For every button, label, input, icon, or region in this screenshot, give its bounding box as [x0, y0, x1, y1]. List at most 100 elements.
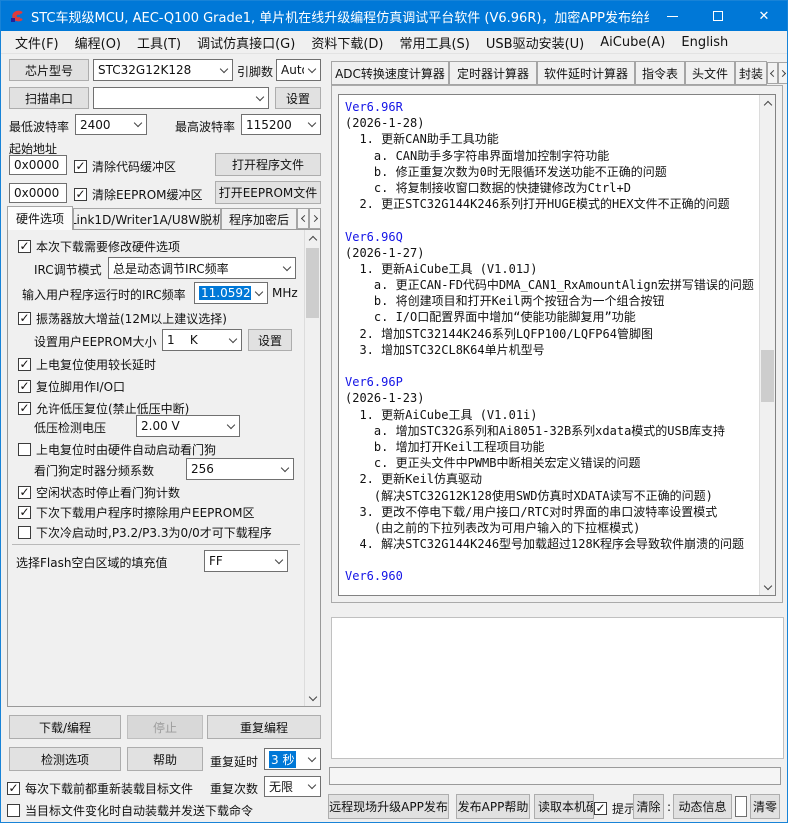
left-tab-2[interactable]: 程序加密后: [221, 208, 297, 230]
left-tab-0[interactable]: 硬件选项: [7, 206, 73, 230]
lvd-combo[interactable]: 2.00 V: [136, 415, 240, 437]
left-tab-1[interactable]: Link1D/Writer1A/U8W脱机: [73, 208, 221, 230]
chevron-down-icon[interactable]: [304, 115, 320, 134]
download-button[interactable]: 下载/编程: [9, 715, 121, 739]
scroll-down-icon[interactable]: [305, 690, 320, 706]
menu-item-3[interactable]: 调试仿真接口(G): [189, 30, 303, 55]
reload-checkbox[interactable]: [7, 782, 20, 795]
scrollbar-thumb[interactable]: [761, 350, 774, 402]
min-baud-combo[interactable]: 2400: [75, 114, 147, 135]
chevron-down-icon[interactable]: [130, 115, 146, 134]
wdt-auto-checkbox-row[interactable]: 上电复位时由硬件自动启动看门狗: [18, 441, 216, 458]
chevron-down-icon[interactable]: [304, 777, 320, 796]
right-tab-5[interactable]: 封装: [735, 61, 767, 85]
pin-count-combo[interactable]: Auto: [276, 59, 321, 81]
app-help-button[interactable]: 发布APP帮助: [456, 794, 530, 819]
right-tab-4[interactable]: 头文件: [685, 61, 735, 85]
chevron-down-icon[interactable]: [277, 459, 293, 479]
open-eeprom-file-button[interactable]: 打开EEPROM文件: [215, 181, 321, 204]
tab-scroll-right-button[interactable]: [309, 208, 321, 229]
irc-mode-combo[interactable]: 总是动态调节IRC频率: [108, 257, 296, 279]
chevron-down-icon[interactable]: [271, 551, 287, 571]
code-address-input[interactable]: 0x0000: [9, 155, 67, 175]
right-tab-2[interactable]: 软件延时计算器: [537, 61, 635, 85]
remote-app-publish-button[interactable]: 远程现场升级APP发布: [328, 794, 449, 819]
release-notes-area[interactable]: Ver6.96R (2026-1-28) 1. 更新CAN助手工具功能 a. CA…: [338, 94, 776, 596]
reset-io-checkbox[interactable]: [18, 380, 31, 393]
tip-checkbox-row[interactable]: 提示: [594, 800, 636, 817]
max-baud-combo[interactable]: 115200: [241, 114, 321, 135]
menu-item-7[interactable]: AiCube(A): [592, 32, 673, 53]
osc-gain-checkbox-row[interactable]: 振荡器放大增益(12M以上建议选择): [18, 310, 227, 327]
release-notes-scrollbar[interactable]: [759, 95, 775, 595]
wdt-idle-checkbox[interactable]: [18, 486, 31, 499]
serial-port-combo[interactable]: [93, 87, 269, 109]
clear-code-checkbox-row[interactable]: 清除代码缓冲区: [74, 158, 176, 175]
right-tab-scroll-left-button[interactable]: [767, 62, 778, 84]
clear-code-checkbox[interactable]: [74, 160, 87, 173]
scan-port-button[interactable]: 扫描串口: [9, 87, 89, 109]
port-settings-button[interactable]: 设置: [275, 87, 321, 109]
clear-button[interactable]: 清除: [633, 794, 664, 819]
scroll-up-icon[interactable]: [760, 95, 775, 111]
eeprom-size-combo[interactable]: 1 K: [162, 329, 242, 351]
menu-item-1[interactable]: 编程(O): [67, 30, 129, 55]
clear-eeprom-checkbox[interactable]: [74, 188, 87, 201]
irc-freq-combo[interactable]: 11.0592: [194, 282, 268, 304]
right-tab-scroll-right-button[interactable]: [778, 62, 787, 84]
autoload-checkbox[interactable]: [7, 804, 20, 817]
repeat-delay-combo[interactable]: 3 秒: [264, 748, 321, 770]
chevron-down-icon[interactable]: [304, 749, 320, 769]
chip-model-combo[interactable]: STC32G12K128: [93, 59, 233, 81]
reset-io-checkbox-row[interactable]: 复位脚用作I/O口: [18, 378, 125, 395]
chevron-down-icon[interactable]: [304, 60, 320, 80]
reprogram-button[interactable]: 重复编程: [207, 715, 321, 739]
chevron-down-icon[interactable]: [216, 60, 232, 80]
right-tab-1[interactable]: 定时器计算器: [449, 61, 537, 85]
chevron-down-icon[interactable]: [225, 330, 241, 350]
maximize-button[interactable]: [695, 1, 741, 31]
erase-eeprom-checkbox[interactable]: [18, 506, 31, 519]
modify-hw-checkbox-row[interactable]: 本次下载需要修改硬件选项: [18, 238, 180, 255]
help-button[interactable]: 帮助: [127, 747, 203, 771]
eeprom-set-button[interactable]: 设置: [248, 329, 292, 351]
wdt-auto-checkbox[interactable]: [18, 443, 31, 456]
erase-eeprom-checkbox-row[interactable]: 下次下载用户程序时擦除用户EEPROM区: [18, 504, 255, 521]
chevron-down-icon[interactable]: [252, 88, 268, 108]
menu-item-2[interactable]: 工具(T): [129, 30, 189, 55]
modify-hw-checkbox[interactable]: [18, 240, 31, 253]
success-count-field[interactable]: [735, 796, 747, 817]
eeprom-address-input[interactable]: 0x0000: [9, 183, 67, 203]
dynamic-info-button[interactable]: 动态信息: [673, 794, 732, 819]
menu-item-6[interactable]: USB驱动安装(U): [478, 30, 592, 55]
chip-model-button[interactable]: 芯片型号: [9, 59, 89, 81]
repeat-count-combo[interactable]: 无限: [264, 776, 321, 797]
menu-item-8[interactable]: English: [673, 32, 736, 53]
open-program-file-button[interactable]: 打开程序文件: [215, 153, 321, 176]
right-tab-3[interactable]: 指令表: [635, 61, 685, 85]
wdt-idle-checkbox-row[interactable]: 空闲状态时停止看门狗计数: [18, 484, 180, 501]
right-tab-0[interactable]: ADC转换速度计算器: [331, 61, 449, 85]
menu-item-4[interactable]: 资料下载(D): [303, 30, 391, 55]
cold-boot-checkbox-row[interactable]: 下次冷启动时,P3.2/P3.3为0/0才可下载程序: [18, 524, 272, 541]
tab-scroll-left-button[interactable]: [297, 208, 309, 229]
chevron-down-icon[interactable]: [279, 258, 295, 278]
lvr-checkbox[interactable]: [18, 402, 31, 415]
check-options-button[interactable]: 检测选项: [9, 747, 121, 771]
close-button[interactable]: ✕: [741, 1, 787, 31]
por-delay-checkbox-row[interactable]: 上电复位使用较长延时: [18, 356, 156, 373]
tip-checkbox[interactable]: [594, 802, 607, 815]
menu-item-0[interactable]: 文件(F): [7, 30, 67, 55]
chevron-down-icon[interactable]: [223, 416, 239, 436]
scroll-down-icon[interactable]: [760, 579, 775, 595]
scrollbar-thumb[interactable]: [306, 248, 319, 318]
osc-gain-checkbox[interactable]: [18, 312, 31, 325]
minimize-button[interactable]: [649, 1, 695, 31]
hardware-options-scrollbar[interactable]: [304, 230, 320, 706]
scroll-up-icon[interactable]: [305, 230, 320, 246]
cold-boot-checkbox[interactable]: [18, 526, 31, 539]
flash-fill-combo[interactable]: FF: [204, 550, 288, 572]
read-disk-button[interactable]: 读取本机硬盘号: [534, 794, 594, 819]
autoload-checkbox-row[interactable]: 当目标文件变化时自动装载并发送下载命令: [7, 802, 253, 819]
clear-eeprom-checkbox-row[interactable]: 清除EEPROM缓冲区: [74, 186, 203, 203]
